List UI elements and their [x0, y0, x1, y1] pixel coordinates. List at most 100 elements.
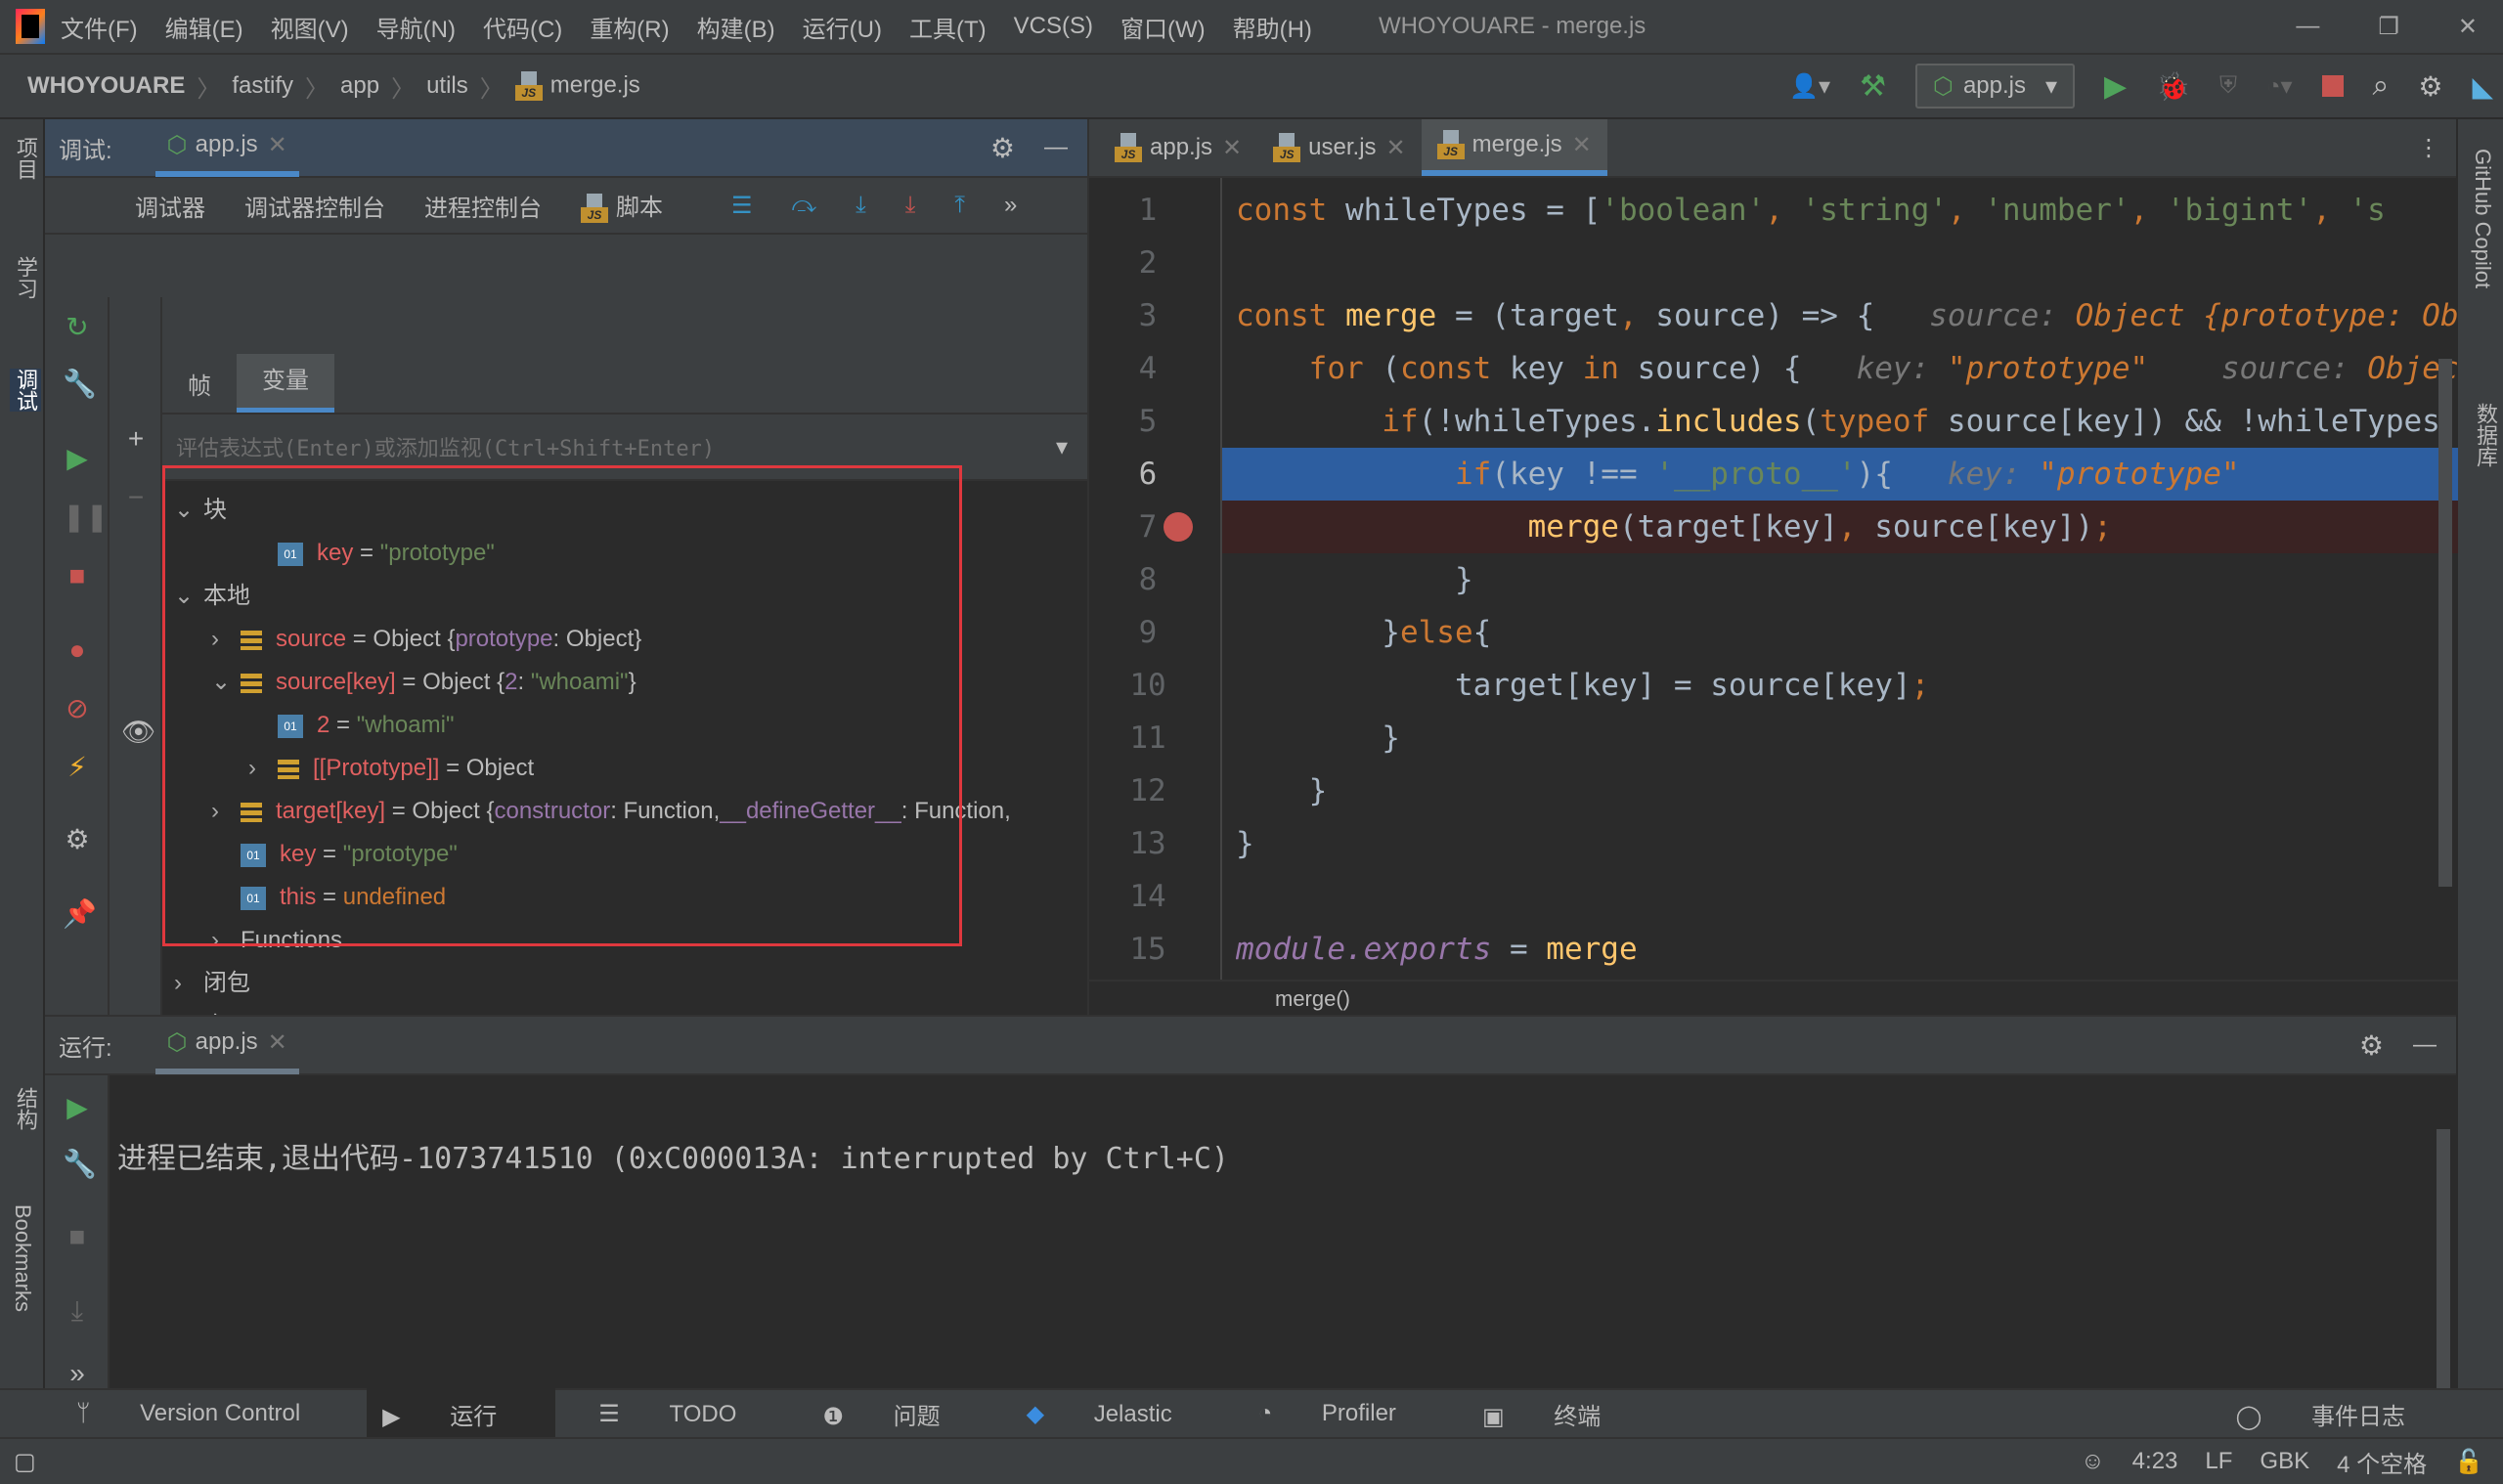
profile-icon[interactable]: ◔▾ — [2266, 72, 2293, 101]
line-number[interactable]: 1 — [1089, 184, 1207, 237]
line-number[interactable]: 9 — [1089, 606, 1207, 659]
minimize-panel-icon[interactable]: — — [1044, 134, 1068, 161]
menu-item[interactable]: 视图(V) — [271, 10, 349, 44]
pin-icon[interactable]: 📌 — [63, 899, 97, 929]
eye-icon[interactable]: 👁 — [121, 718, 156, 747]
line-number[interactable]: 4 — [1089, 342, 1207, 395]
more-icon[interactable]: » — [63, 1359, 92, 1388]
search-icon[interactable]: ⌕ — [2373, 69, 2390, 103]
gear-icon[interactable]: ⚙ — [990, 132, 1015, 164]
code-breadcrumb[interactable]: merge() — [1089, 980, 2458, 1015]
breakpoint-icon[interactable] — [1164, 512, 1193, 542]
chevron-right-icon[interactable]: › — [174, 962, 203, 1005]
run-session-tab[interactable]: ⬡ app.js ✕ — [154, 1016, 299, 1074]
scroll-to-end-icon[interactable]: ⤓ — [63, 1296, 92, 1326]
gear-icon[interactable]: ⚙ — [2359, 1029, 2384, 1062]
breadcrumb-item[interactable]: fastify — [232, 72, 293, 100]
tool-project[interactable]: 项目 — [10, 137, 41, 180]
close-tab-icon[interactable]: ✕ — [268, 1028, 287, 1057]
coverage-icon[interactable]: ⛨ — [2219, 72, 2237, 100]
tool-structure[interactable]: 结构 — [10, 1087, 41, 1130]
editor-tab[interactable]: merge.js ✕ — [1421, 119, 1607, 176]
tab-profiler[interactable]: ◔ Profiler — [1258, 1400, 1439, 1427]
tab-todo[interactable]: ☰ TODO — [598, 1400, 779, 1428]
editor-tab[interactable]: app.js ✕ — [1099, 119, 1257, 176]
debug-session-tab[interactable]: ⬡ app.js ✕ — [154, 118, 299, 177]
tool-learn[interactable]: 学习 — [10, 256, 41, 299]
breadcrumb-item[interactable]: merge.js — [514, 71, 640, 101]
tab-scripts[interactable]: 脚本 — [581, 188, 702, 224]
remove-watch-icon[interactable]: − — [121, 483, 151, 512]
menu-item[interactable]: 帮助(H) — [1233, 10, 1312, 44]
line-separator[interactable]: LF — [2205, 1448, 2232, 1475]
menu-item[interactable]: 构建(B) — [697, 10, 775, 44]
tab-process-console[interactable]: 进程控制台 — [424, 189, 542, 223]
step-over-icon[interactable]: ⤼ — [792, 192, 817, 219]
close-tab-icon[interactable]: ✕ — [1572, 131, 1592, 159]
dropdown-icon[interactable]: ▾ — [1056, 433, 1068, 461]
more-options-icon[interactable]: ⋮ — [2417, 134, 2440, 162]
minimize-panel-icon[interactable]: — — [2413, 1031, 2437, 1059]
line-number[interactable]: 12 — [1089, 764, 1207, 817]
step-out-icon[interactable]: ⤒ — [954, 192, 965, 219]
tab-variables[interactable]: 变量 — [237, 354, 334, 413]
stop-icon[interactable] — [2321, 75, 2344, 97]
debug-icon[interactable]: 🐞 — [2156, 70, 2190, 103]
rerun-icon[interactable]: ↻ — [63, 313, 92, 342]
stop-icon[interactable]: ■ — [63, 1222, 92, 1251]
chevron-right-icon[interactable]: › — [174, 1005, 203, 1015]
copilot-icon[interactable]: ◣ — [2472, 70, 2493, 103]
user-icon[interactable]: 👤▾ — [1789, 72, 1830, 101]
tab-terminal[interactable]: ▣ 终端 — [1482, 1397, 1644, 1431]
line-number[interactable]: 15 — [1089, 923, 1207, 976]
menu-item[interactable]: 代码(C) — [483, 10, 562, 44]
settings-wrench-icon[interactable]: 🔧 — [63, 1150, 97, 1179]
pause-icon[interactable]: ❚❚ — [63, 502, 109, 532]
tab-frames[interactable]: 帧 — [162, 367, 237, 401]
breadcrumb-item[interactable]: WHOYOUARE — [27, 72, 185, 100]
line-number[interactable]: 2 — [1089, 237, 1207, 289]
stop-icon[interactable]: ■ — [63, 561, 92, 590]
menu-item[interactable]: 重构(R) — [590, 10, 669, 44]
breadcrumb-item[interactable]: utils — [426, 72, 468, 100]
menu-item[interactable]: 导航(N) — [376, 10, 456, 44]
editor-scrollbar[interactable] — [2438, 359, 2452, 887]
tab-run[interactable]: ▶ 运行 — [367, 1386, 556, 1441]
line-number[interactable]: 13 — [1089, 817, 1207, 870]
run-icon[interactable]: ▶ — [2104, 69, 2127, 104]
line-number[interactable]: 6 — [1089, 448, 1207, 501]
menu-item[interactable]: 运行(U) — [803, 10, 882, 44]
line-number[interactable]: 10 — [1089, 659, 1207, 712]
menu-item[interactable]: 编辑(E) — [165, 10, 243, 44]
gear-icon[interactable]: ⚙ — [2418, 70, 2442, 103]
settings-wrench-icon[interactable]: 🔧 — [63, 370, 97, 399]
menu-item[interactable]: 文件(F) — [61, 10, 138, 44]
tool-bookmarks[interactable]: Bookmarks — [10, 1204, 35, 1312]
tab-debugger[interactable]: 调试器 — [135, 189, 205, 223]
close-tab-icon[interactable]: ✕ — [1222, 134, 1242, 162]
line-number[interactable]: 5 — [1089, 395, 1207, 448]
restore-button[interactable]: ❐ — [2378, 13, 2399, 41]
variable-row[interactable]: › 闭包 — [174, 962, 250, 1005]
resume-icon[interactable]: ▶ — [63, 444, 92, 473]
console-output[interactable]: 进程已结束,退出代码-1073741510 (0xC000013A: inter… — [117, 1134, 1229, 1177]
gear-icon[interactable]: ⚙ — [63, 825, 92, 854]
tool-debug[interactable]: 调试 — [10, 369, 41, 412]
close-button[interactable]: ✕ — [2458, 13, 2478, 41]
caret-position[interactable]: 4:23 — [2132, 1448, 2178, 1475]
force-step-into-icon[interactable]: ⤓ — [905, 192, 916, 219]
console-scrollbar[interactable] — [2437, 1129, 2450, 1388]
toggle-tool-windows-icon[interactable]: ▢ — [14, 1448, 36, 1476]
view-breakpoints-icon[interactable]: ● — [63, 635, 92, 665]
tab-version-control[interactable]: ᛘ Version Control — [76, 1400, 343, 1427]
build-hammer-icon[interactable]: ⚒ — [1860, 69, 1886, 104]
menu-item[interactable]: 工具(T) — [909, 10, 987, 44]
show-execution-point-icon[interactable]: ☰ — [731, 192, 753, 220]
more-icon[interactable]: » — [1004, 192, 1017, 219]
tab-jelastic[interactable]: ◆ Jelastic — [1027, 1400, 1215, 1428]
line-number[interactable]: 3 — [1089, 289, 1207, 342]
indent-setting[interactable]: 4 个空格 — [2337, 1445, 2427, 1479]
lightning-icon[interactable]: ⚡ — [63, 753, 92, 782]
event-log-button[interactable]: ◯ 事件日志 — [2235, 1397, 2448, 1431]
menu-item[interactable]: 窗口(W) — [1120, 10, 1206, 44]
